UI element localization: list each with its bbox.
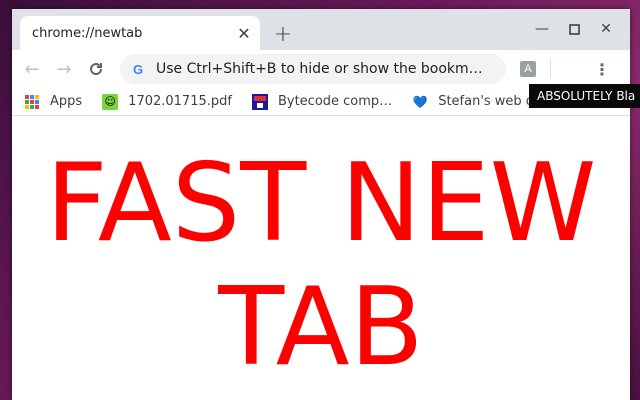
tab-title: chrome://newtab <box>32 25 143 41</box>
bookmark-label: 1702.01715.pdf <box>128 94 232 109</box>
omnibox-text[interactable]: Use Ctrl+Shift+B to hide or show the boo… <box>156 61 496 77</box>
window-close-icon[interactable]: ✕ <box>590 17 622 41</box>
reload-icon[interactable] <box>80 53 112 85</box>
heart-icon: 💙 <box>412 94 428 109</box>
maximize-icon[interactable] <box>558 17 590 41</box>
bookmark-bytecode[interactable]: Bytecode comp… <box>251 93 393 110</box>
bookmark-label: Apps <box>50 94 83 109</box>
close-icon[interactable]: ✕ <box>232 21 256 45</box>
apps-grid-icon <box>24 94 40 110</box>
menu-dots-icon[interactable]: ⋮ <box>586 53 618 85</box>
bookmark-apps[interactable]: Apps <box>24 94 82 110</box>
tab-strip: chrome://newtab ✕ + — ✕ <box>12 9 630 50</box>
extension-icon: A <box>520 61 536 77</box>
bookmark-label: Bytecode comp… <box>277 94 393 109</box>
back-arrow-icon[interactable]: ← <box>16 53 48 85</box>
bookmark-pdf[interactable]: ☺ 1702.01715.pdf <box>102 93 232 110</box>
headline-line-1: FAST NEW <box>45 141 597 266</box>
new-tab-button[interactable]: + <box>269 20 297 48</box>
window-controls: — ✕ <box>526 17 622 41</box>
minimize-icon[interactable]: — <box>526 17 558 41</box>
omnibox[interactable]: G Use Ctrl+Shift+B to hide or show the b… <box>120 54 506 84</box>
headline: FAST NEW TAB <box>12 120 630 390</box>
forward-arrow-icon[interactable]: → <box>48 53 80 85</box>
toolbar: ← → G Use Ctrl+Shift+B to hide or show t… <box>12 50 630 88</box>
page-content: FAST NEW TAB <box>12 120 630 400</box>
browser-window: chrome://newtab ✕ + — ✕ ← → G Use Ctrl+S… <box>12 9 630 400</box>
bookmark-stefan[interactable]: 💙 Stefan's web d… <box>412 94 547 110</box>
google-icon: G <box>132 61 144 77</box>
tooltip: ABSOLUTELY Bla <box>529 84 640 108</box>
tab-newtab[interactable]: chrome://newtab ✕ <box>20 16 260 50</box>
extension-button[interactable]: A <box>517 58 539 80</box>
toolbar-separator <box>550 60 551 78</box>
floppy-icon <box>251 93 268 110</box>
headline-line-2: TAB <box>218 265 424 390</box>
smiley-icon: ☺ <box>102 93 119 110</box>
